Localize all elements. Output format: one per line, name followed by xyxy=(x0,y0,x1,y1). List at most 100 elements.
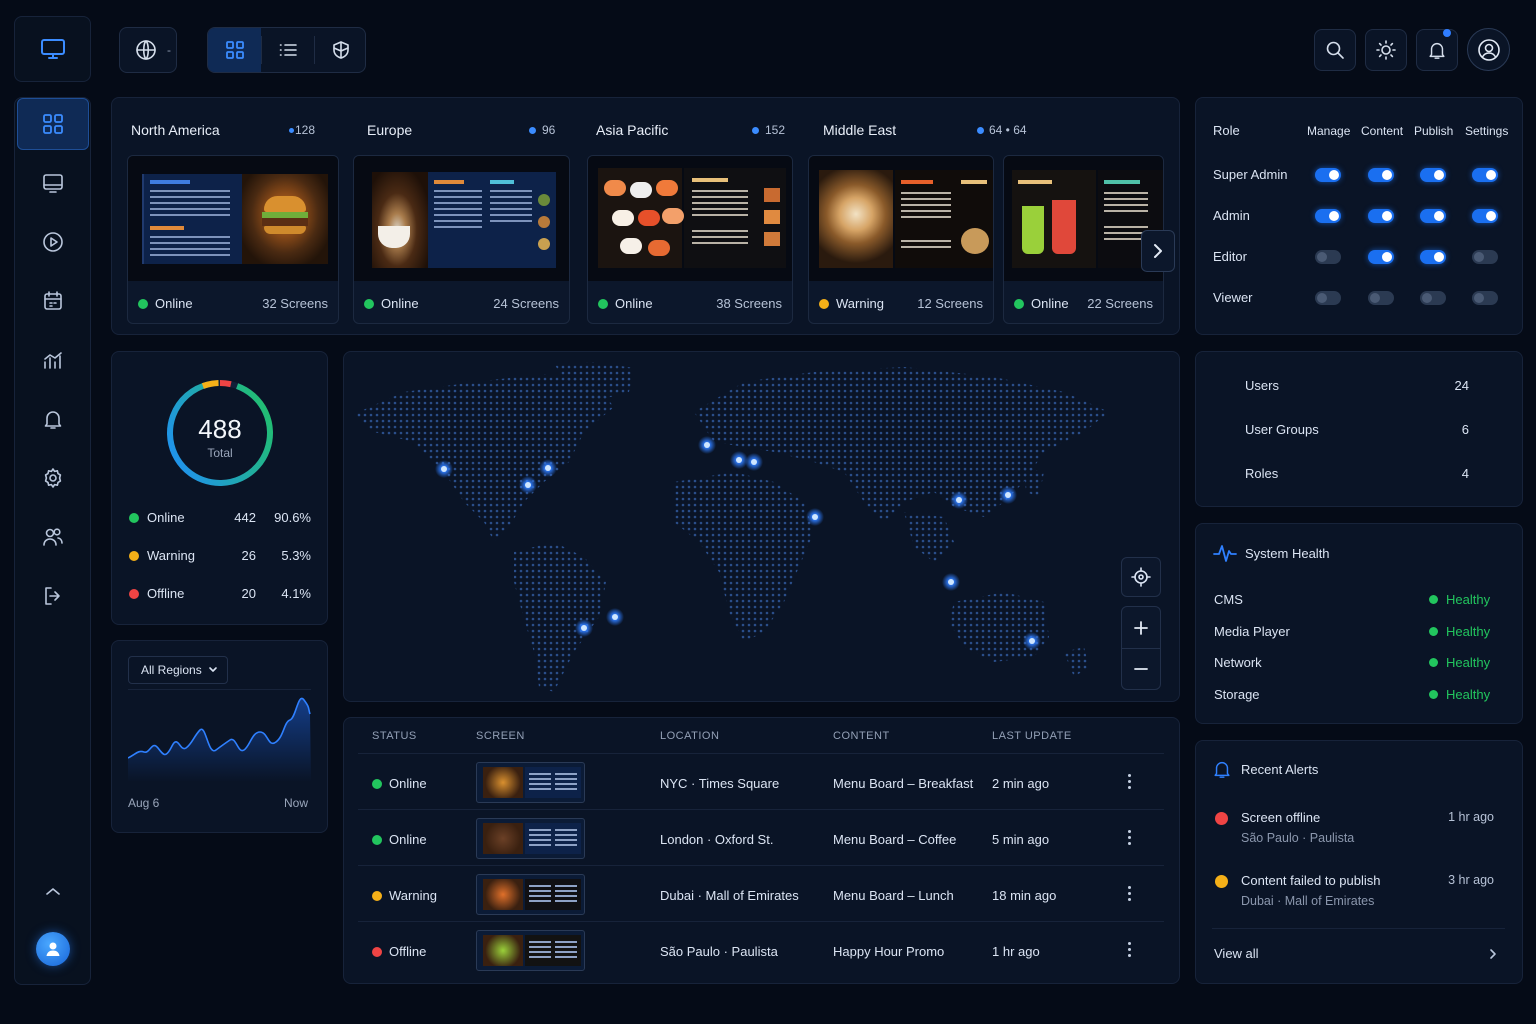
row-last-update: 1 hr ago xyxy=(992,944,1040,959)
screen-thumbnail xyxy=(476,930,585,971)
region-screens: 38 Screens xyxy=(716,296,782,311)
col-screen: SCREEN xyxy=(476,730,525,742)
alert-title: Screen offline xyxy=(1241,810,1321,825)
status-dot xyxy=(1429,595,1438,604)
col-status: STATUS xyxy=(372,730,417,742)
permission-toggle[interactable] xyxy=(1368,250,1394,264)
screen-thumbnail xyxy=(476,818,585,859)
users-icon xyxy=(43,528,63,546)
permission-toggle[interactable] xyxy=(1472,168,1498,182)
alert-item[interactable]: Content failed to publish Dubai · Mall of… xyxy=(1212,873,1496,915)
region-title: Europe xyxy=(367,122,413,138)
nav-users[interactable] xyxy=(17,511,89,563)
nav-analytics[interactable] xyxy=(17,334,89,386)
alert-dot xyxy=(1215,875,1228,888)
nav-media[interactable] xyxy=(17,216,89,268)
view-all-label: View all xyxy=(1214,946,1259,961)
permission-toggle[interactable] xyxy=(1420,168,1446,182)
nav-screens[interactable] xyxy=(17,157,89,209)
permission-toggle[interactable] xyxy=(1472,209,1498,223)
status-dot xyxy=(364,298,374,309)
access-item-user-groups[interactable]: User Groups 6 xyxy=(1213,416,1503,444)
row-location: São Paulo · Paulista xyxy=(660,944,778,959)
grid-view-button[interactable] xyxy=(208,28,261,72)
device-status-count: 26 xyxy=(241,548,256,563)
region-screens: 12 Screens xyxy=(917,296,983,311)
table-row[interactable]: Offline São Paulo · Paulista Happy Hour Pr… xyxy=(358,921,1164,977)
access-label: Users xyxy=(1245,378,1279,393)
permission-toggle[interactable] xyxy=(1368,168,1394,182)
collapse-button[interactable] xyxy=(17,876,89,906)
region-title: North America xyxy=(131,122,220,138)
row-menu-icon[interactable] xyxy=(1128,830,1132,846)
chevron-up-icon xyxy=(46,888,60,895)
notifications-button[interactable] xyxy=(1416,29,1458,71)
region-status: Online xyxy=(598,296,653,311)
language-selector[interactable]: - xyxy=(119,27,177,73)
alert-dot xyxy=(1215,812,1228,825)
nav-notifications[interactable] xyxy=(17,393,89,445)
health-item-label: CMS xyxy=(1214,592,1243,607)
access-item-users[interactable]: Users 24 xyxy=(1213,372,1503,400)
menu-board-preview xyxy=(1004,156,1163,281)
theme-button[interactable] xyxy=(1365,29,1407,71)
permission-toggle[interactable] xyxy=(1368,209,1394,223)
permission-toggle[interactable] xyxy=(1420,209,1446,223)
table-row[interactable]: Warning Dubai · Mall of Emirates Menu Boar… xyxy=(358,865,1164,921)
globe-icon xyxy=(136,40,156,60)
permission-toggle[interactable] xyxy=(1315,250,1341,264)
region-card-5[interactable]: Online 22 Screens xyxy=(1003,155,1164,324)
alert-item[interactable]: Screen offline São Paulo · Paulista 1 hr a… xyxy=(1212,810,1496,852)
row-menu-icon[interactable] xyxy=(1128,886,1132,902)
avatar[interactable] xyxy=(36,932,70,966)
row-status: Offline xyxy=(389,944,427,959)
region-screens: 32 Screens xyxy=(262,296,328,311)
permission-toggle[interactable] xyxy=(1472,291,1498,305)
list-view-button[interactable] xyxy=(262,28,314,72)
zoom-in-button[interactable] xyxy=(1122,607,1160,648)
nav-dashboard[interactable] xyxy=(17,98,89,150)
row-status: Online xyxy=(389,776,427,791)
health-item-label: Network xyxy=(1214,655,1262,670)
permission-toggle[interactable] xyxy=(1315,209,1341,223)
region-title: Middle East xyxy=(823,122,897,138)
world-map-panel xyxy=(343,351,1180,702)
region-card-europe[interactable]: Online 24 Screens xyxy=(353,155,570,324)
locate-button[interactable] xyxy=(1121,557,1161,597)
profile-button[interactable] xyxy=(1467,28,1510,71)
region-card-asia-pacific[interactable]: Online 38 Screens xyxy=(587,155,793,324)
region-card-middle-east[interactable]: Warning 12 Screens xyxy=(808,155,994,324)
map-view-button[interactable] xyxy=(315,28,366,72)
permissions-header-manage: Manage xyxy=(1307,124,1351,138)
access-item-roles[interactable]: Roles 4 xyxy=(1213,460,1503,488)
region-status: Online xyxy=(1014,296,1069,311)
table-row[interactable]: Online NYC · Times Square Menu Board – Bre… xyxy=(358,753,1164,809)
play-icon xyxy=(43,232,63,252)
menu-board-preview xyxy=(809,156,993,281)
zoom-out-button[interactable] xyxy=(1122,649,1160,689)
status-dot xyxy=(372,835,382,845)
region-card-north-america[interactable]: Online 32 Screens xyxy=(127,155,339,324)
permission-toggle[interactable] xyxy=(1472,250,1498,264)
next-regions-button[interactable] xyxy=(1141,230,1175,272)
health-item-label: Storage xyxy=(1214,686,1260,702)
app-logo[interactable] xyxy=(14,16,91,82)
region-status: Warning xyxy=(819,296,884,311)
nav-schedule[interactable] xyxy=(17,275,89,327)
device-status-label: Warning xyxy=(147,548,195,563)
permission-toggle[interactable] xyxy=(1368,291,1394,305)
region-filter-dropdown[interactable]: All Regions xyxy=(128,656,228,684)
permission-toggle[interactable] xyxy=(1315,168,1341,182)
search-button[interactable] xyxy=(1314,29,1356,71)
permission-toggle[interactable] xyxy=(1420,291,1446,305)
list-icon xyxy=(279,44,297,56)
view-all-alerts-link[interactable]: View all xyxy=(1214,946,1498,964)
permission-toggle[interactable] xyxy=(1315,291,1341,305)
row-menu-icon[interactable] xyxy=(1128,774,1132,790)
row-menu-icon[interactable] xyxy=(1128,942,1132,958)
permissions-header-publish: Publish xyxy=(1414,124,1454,138)
nav-settings[interactable] xyxy=(17,452,89,504)
nav-logout[interactable] xyxy=(17,570,89,622)
permission-toggle[interactable] xyxy=(1420,250,1446,264)
table-row[interactable]: Online London · Oxford St. Menu Board – Co… xyxy=(358,809,1164,865)
